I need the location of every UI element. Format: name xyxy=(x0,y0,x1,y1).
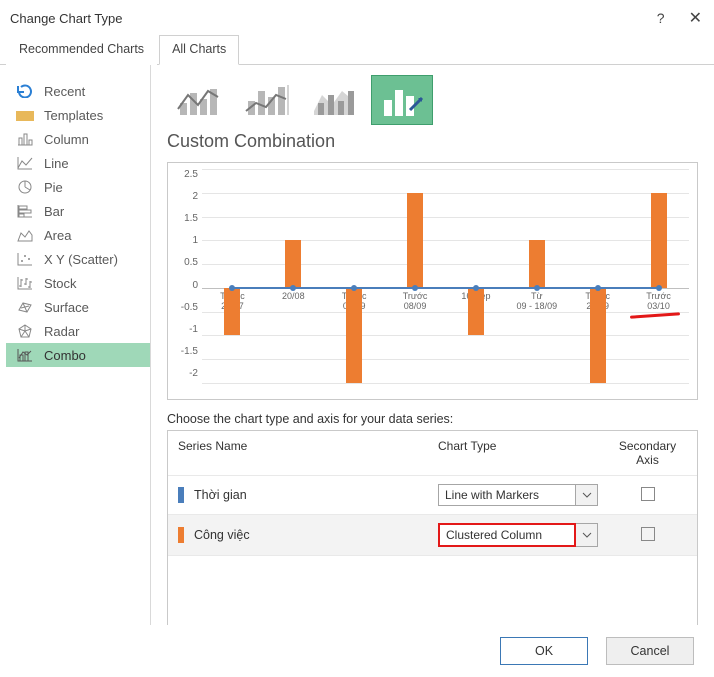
sidebar-item-pie[interactable]: Pie xyxy=(6,175,150,199)
sidebar-item-label: Bar xyxy=(44,204,64,219)
chart-type-value: Clustered Column xyxy=(438,523,576,547)
subtype-clustered-line-secondary[interactable] xyxy=(235,75,297,125)
combo-icon xyxy=(16,347,34,363)
chart-type-select[interactable]: Line with Markers xyxy=(438,484,598,506)
y-axis: 2.5 2 1.5 1 0.5 0 -0.5 -1 -1.5 -2 xyxy=(172,169,202,397)
radar-icon xyxy=(16,323,34,339)
secondary-axis-checkbox[interactable] xyxy=(641,487,655,501)
series-table: Series Name Chart Type Secondary Axis Th… xyxy=(167,430,698,625)
subtype-clustered-line[interactable] xyxy=(167,75,229,125)
sidebar-item-label: Line xyxy=(44,156,69,171)
series-swatch xyxy=(178,487,184,503)
recent-icon xyxy=(16,83,34,99)
ytick: -1.5 xyxy=(181,346,198,357)
series-name: Công việc xyxy=(194,528,250,542)
chart-category-sidebar: Recent Templates Column Line Pie Bar Are… xyxy=(0,65,150,625)
sidebar-item-label: Pie xyxy=(44,180,63,195)
sidebar-item-templates[interactable]: Templates xyxy=(6,103,150,127)
line-icon xyxy=(16,155,34,171)
instruction-text: Choose the chart type and axis for your … xyxy=(167,412,698,426)
sidebar-item-label: Surface xyxy=(44,300,89,315)
subtype-stacked-area-column[interactable] xyxy=(303,75,365,125)
combo-subtype-row xyxy=(167,75,698,125)
series-swatch xyxy=(178,527,184,543)
chevron-down-icon[interactable] xyxy=(576,523,598,547)
ytick: -0.5 xyxy=(181,302,198,313)
sidebar-item-recent[interactable]: Recent xyxy=(6,79,150,103)
sidebar-item-label: Column xyxy=(44,132,89,147)
sidebar-item-column[interactable]: Column xyxy=(6,127,150,151)
subtype-custom-combination[interactable] xyxy=(371,75,433,125)
header-series-name: Series Name xyxy=(168,431,428,475)
sidebar-item-label: Area xyxy=(44,228,71,243)
ytick: 1.5 xyxy=(184,213,198,224)
tab-all-charts[interactable]: All Charts xyxy=(159,35,239,65)
header-chart-type: Chart Type xyxy=(428,431,598,475)
section-title: Custom Combination xyxy=(167,131,698,152)
ytick: 0.5 xyxy=(184,257,198,268)
series-row: Thời gian Line with Markers xyxy=(168,475,697,514)
sidebar-item-line[interactable]: Line xyxy=(6,151,150,175)
pie-icon xyxy=(16,179,34,195)
dialog-title: Change Chart Type xyxy=(10,11,123,26)
chart-type-value: Line with Markers xyxy=(438,484,576,506)
close-icon[interactable]: ✕ xyxy=(689,8,702,28)
chevron-down-icon[interactable] xyxy=(576,484,598,506)
sidebar-item-stock[interactable]: Stock xyxy=(6,271,150,295)
ytick: 0 xyxy=(192,280,198,291)
sidebar-item-label: Recent xyxy=(44,84,85,99)
ytick: -2 xyxy=(189,368,198,379)
secondary-axis-checkbox[interactable] xyxy=(641,527,655,541)
sidebar-item-scatter[interactable]: X Y (Scatter) xyxy=(6,247,150,271)
series-name: Thời gian xyxy=(194,488,247,502)
tab-recommended-charts[interactable]: Recommended Charts xyxy=(6,35,157,65)
help-icon[interactable]: ? xyxy=(657,10,665,26)
sidebar-item-combo[interactable]: Combo xyxy=(6,343,150,367)
stock-icon xyxy=(16,275,34,291)
sidebar-item-label: Radar xyxy=(44,324,79,339)
sidebar-item-label: X Y (Scatter) xyxy=(44,252,118,267)
scatter-icon xyxy=(16,251,34,267)
column-icon xyxy=(16,131,34,147)
bar-icon xyxy=(16,203,34,219)
ytick: 2.5 xyxy=(184,169,198,180)
cancel-button[interactable]: Cancel xyxy=(606,637,694,665)
ytick: -1 xyxy=(189,324,198,335)
sidebar-item-surface[interactable]: Surface xyxy=(6,295,150,319)
sidebar-item-label: Templates xyxy=(44,108,103,123)
chart-type-select[interactable]: Clustered Column xyxy=(438,523,598,547)
surface-icon xyxy=(16,299,34,315)
templates-icon xyxy=(16,107,34,123)
chart-preview: 2.5 2 1.5 1 0.5 0 -0.5 -1 -1.5 -2 Trước2… xyxy=(167,162,698,400)
series-row: Công việc Clustered Column xyxy=(168,514,697,555)
ytick: 1 xyxy=(192,235,198,246)
ok-button[interactable]: OK xyxy=(500,637,588,665)
sidebar-item-radar[interactable]: Radar xyxy=(6,319,150,343)
sidebar-item-bar[interactable]: Bar xyxy=(6,199,150,223)
sidebar-item-label: Stock xyxy=(44,276,77,291)
sidebar-item-label: Combo xyxy=(44,348,86,363)
area-icon xyxy=(16,227,34,243)
sidebar-item-area[interactable]: Area xyxy=(6,223,150,247)
header-secondary-axis: Secondary Axis xyxy=(598,431,697,475)
ytick: 2 xyxy=(192,191,198,202)
